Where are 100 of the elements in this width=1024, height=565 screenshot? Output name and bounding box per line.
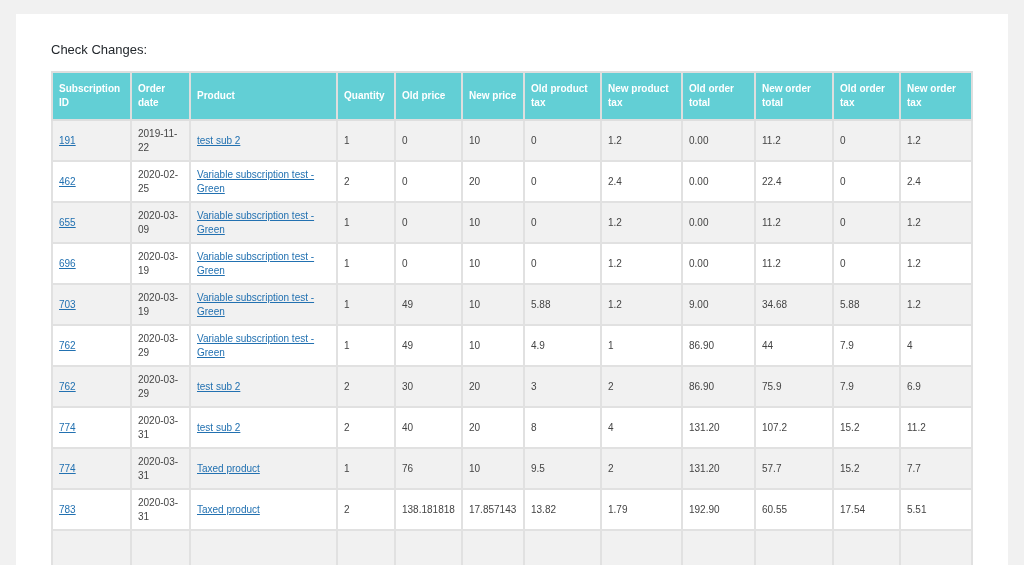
link[interactable]: test sub 2: [197, 379, 241, 394]
table-cell: 1.2: [900, 120, 972, 161]
table-cell: 57.7: [755, 448, 833, 489]
column-header: New order total: [755, 72, 833, 120]
table-cell: 2: [337, 407, 395, 448]
table-cell: 34.68: [755, 284, 833, 325]
table-cell: 10: [462, 120, 524, 161]
table-cell: 5.88: [524, 284, 601, 325]
table-cell: 76: [395, 448, 462, 489]
column-header: Order date: [131, 72, 190, 120]
table-cell: 20: [462, 366, 524, 407]
table-cell: 0: [524, 202, 601, 243]
link[interactable]: 655: [59, 215, 76, 230]
table-cell: 0: [395, 120, 462, 161]
link[interactable]: test sub 2: [197, 420, 241, 435]
table-cell: 4: [601, 407, 682, 448]
table-cell: 6.9: [900, 366, 972, 407]
link[interactable]: 462: [59, 174, 76, 189]
table-cell: 0: [395, 243, 462, 284]
table-cell: 11.2: [755, 243, 833, 284]
table-cell: 2020-03-29: [131, 325, 190, 366]
table-cell: 1.2: [601, 202, 682, 243]
table-cell: 11.2: [900, 407, 972, 448]
table-cell: 40: [395, 407, 462, 448]
section-title: Check Changes:: [51, 42, 149, 57]
table-cell: 4.9: [524, 325, 601, 366]
table-cell: 1: [337, 448, 395, 489]
table-cell: 49: [395, 284, 462, 325]
link[interactable]: 696: [59, 256, 76, 271]
table-cell: 7.9: [833, 366, 900, 407]
table-cell: 30: [395, 366, 462, 407]
table-cell: 2: [601, 448, 682, 489]
link[interactable]: 762: [59, 338, 76, 353]
table-cell: 5.88: [833, 284, 900, 325]
table-cell: 1: [337, 120, 395, 161]
column-header: Product: [190, 72, 337, 120]
table-cell: 10: [462, 325, 524, 366]
table-cell: 1: [337, 243, 395, 284]
table-cell: 2: [601, 366, 682, 407]
table-cell: 3: [524, 366, 601, 407]
table-cell: 60.55: [755, 489, 833, 530]
table-cell: 75.9: [755, 366, 833, 407]
table-cell: 2020-03-09: [131, 202, 190, 243]
table-cell: 10: [462, 202, 524, 243]
table-cell: 10: [462, 448, 524, 489]
table-cell: 1.2: [601, 243, 682, 284]
table-cell: 10: [462, 284, 524, 325]
table-cell: 2020-02-25: [131, 161, 190, 202]
table-cell: 22.4: [755, 161, 833, 202]
table-cell: 44: [755, 325, 833, 366]
table-cell: 0: [833, 202, 900, 243]
column-header: New product tax: [601, 72, 682, 120]
table-cell: 131.20: [682, 448, 755, 489]
table-cell: 0: [524, 243, 601, 284]
table-cell: 0: [524, 161, 601, 202]
table-cell: 1.79: [601, 489, 682, 530]
table-cell: 0: [395, 202, 462, 243]
table-cell: 131.20: [682, 407, 755, 448]
table-cell: 20: [462, 161, 524, 202]
link[interactable]: 191: [59, 133, 76, 148]
table-cell: 0.00: [682, 202, 755, 243]
table-cell: 1: [337, 202, 395, 243]
table-cell: 2019-11-22: [131, 120, 190, 161]
table-cell: 86.90: [682, 325, 755, 366]
table-cell: 1.2: [900, 243, 972, 284]
table-cell: 1: [337, 325, 395, 366]
table-cell: 1.2: [601, 284, 682, 325]
table-cell: 8: [524, 407, 601, 448]
table-cell: 11.2: [755, 202, 833, 243]
table-cell: 20: [462, 407, 524, 448]
table-cell: 2.4: [900, 161, 972, 202]
column-header: Old product tax: [524, 72, 601, 120]
link[interactable]: Taxed product: [197, 502, 260, 517]
table-cell: 0: [395, 161, 462, 202]
link[interactable]: 774: [59, 420, 76, 435]
table-cell: 2: [337, 366, 395, 407]
table-cell: 7.9: [833, 325, 900, 366]
link[interactable]: test sub 2: [197, 133, 241, 148]
table-cell: 9.5: [524, 448, 601, 489]
column-header: Old order total: [682, 72, 755, 120]
table-cell: 17.54: [833, 489, 900, 530]
table-cell: 1: [601, 325, 682, 366]
table-cell: 5.51: [900, 489, 972, 530]
table-cell: 1.2: [900, 202, 972, 243]
table-cell: 2.4: [601, 161, 682, 202]
table-cell: 4: [900, 325, 972, 366]
table-cell: 1.2: [601, 120, 682, 161]
link[interactable]: 703: [59, 297, 76, 312]
table-cell: 7.7: [900, 448, 972, 489]
table-cell: 2020-03-19: [131, 243, 190, 284]
table-cell: 2020-03-31: [131, 489, 190, 530]
link[interactable]: 783: [59, 502, 76, 517]
table-cell: 0: [833, 243, 900, 284]
table-cell: 2020-03-29: [131, 366, 190, 407]
table-cell: 0: [833, 161, 900, 202]
link[interactable]: 774: [59, 461, 76, 476]
table-cell: 2: [337, 161, 395, 202]
table-cell: 2020-03-31: [131, 448, 190, 489]
link[interactable]: 762: [59, 379, 76, 394]
link[interactable]: Taxed product: [197, 461, 260, 476]
